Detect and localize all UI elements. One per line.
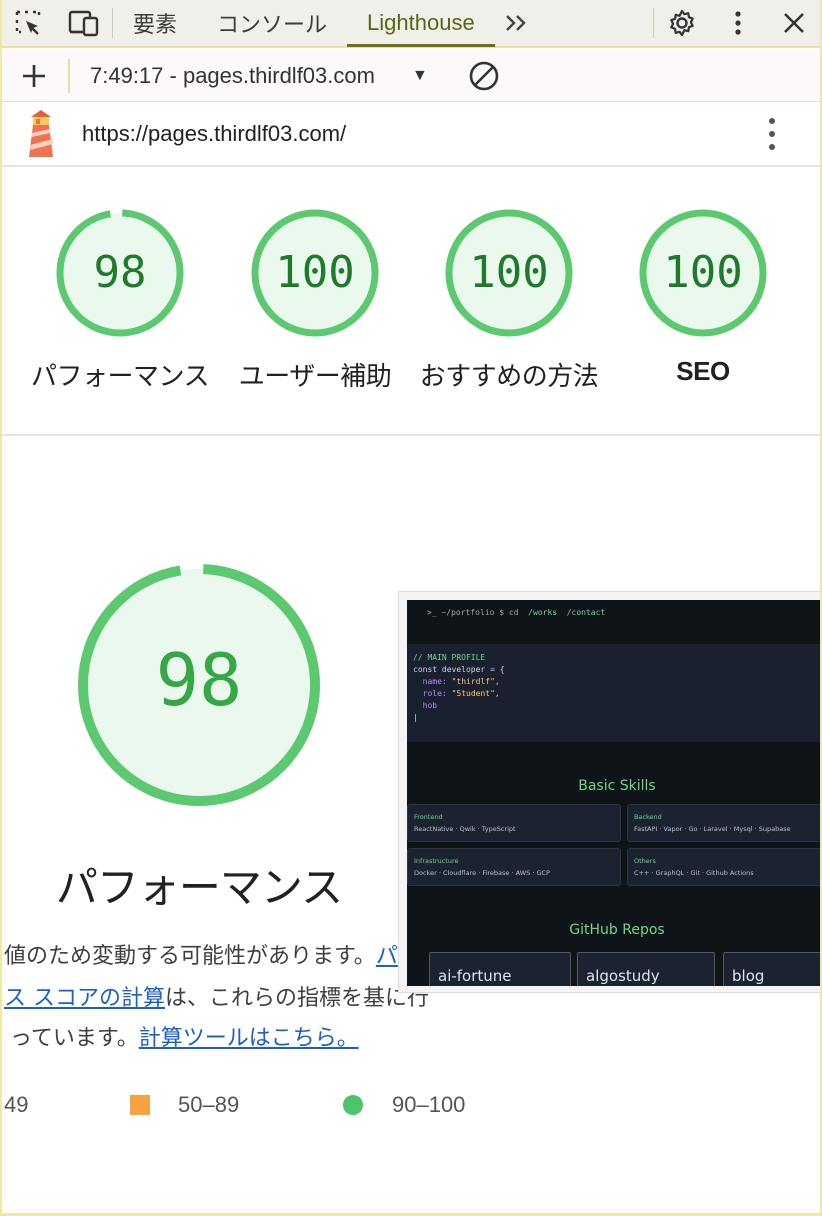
description-text: 値のため変動する可能性があります。 [4,944,376,969]
report-menu-icon[interactable] [722,117,822,151]
clear-reports-button[interactable] [442,50,526,102]
nav-link: /contact [566,608,606,617]
gauge-performance[interactable]: 98 パフォーマンス [22,208,218,393]
repo-card: blog [723,952,822,986]
description-text: は、これらの指標を基に行 [165,986,430,1011]
gauge-label: パフォーマンス [31,362,209,392]
tab-lighthouse[interactable]: Lighthouse [347,0,495,47]
skill-card-title: Backend [634,813,662,821]
code-comment: // MAIN PROFILE [413,653,486,662]
skill-card-items: FastAPI · Vapor · Go · Laravel · Mysql ·… [634,825,791,833]
report-selector-label: 7:49:17 - pages.thirdlf03.com [90,62,375,88]
score-gauges: 98 パフォーマンス 100 ユーザー補助 100 おすすめの方法 100 SE… [0,168,822,436]
gauge-label: ユーザー補助 [238,362,392,392]
repo-card: algostudy [577,952,715,986]
skill-card-items: ReactNative · Qwik · TypeScript [414,825,516,833]
description-text: っています。 [10,1026,139,1051]
pass-circle-icon [343,1095,363,1115]
performance-description-line: っています。計算ツールはこちら。 [10,1020,480,1052]
repo-card: ai-fortune [429,952,571,986]
more-tabs-icon[interactable] [495,0,539,46]
skill-card-title: Infrastructure [414,857,459,865]
code-block: // MAIN PROFILE const developer = { name… [407,644,822,742]
calculator-link[interactable]: 計算ツールはこちら。 [139,1026,359,1051]
code-key: role: [422,689,447,698]
skill-card-title: Frontend [414,813,443,821]
score-calculation-link[interactable]: ス スコアの計算 [4,986,165,1011]
code-value: "Student", [451,689,500,698]
code-key: name: [422,677,447,686]
plus-icon [23,64,45,87]
settings-gear-icon[interactable] [654,0,710,46]
lighthouse-logo-icon [0,109,82,159]
legend-pass-range: 90–100 [392,1092,466,1117]
final-screenshot[interactable]: >_ ~/portfolio $ cd /works /contact // M… [398,591,822,993]
screenshot-page: >_ ~/portfolio $ cd /works /contact // M… [407,600,822,986]
caret-down-icon: ▼ [412,66,428,84]
skill-card: Frontend ReactNative · Qwik · TypeScript [407,804,621,842]
tab-console[interactable]: コンソール [197,0,347,46]
repos-heading: GitHub Repos [569,922,665,938]
nav-link: /works [528,608,558,617]
gauge-best-practices[interactable]: 100 おすすめの方法 [411,208,607,393]
more-options-icon[interactable] [710,0,766,46]
cursor-icon: | [413,713,418,722]
block-icon [469,61,499,90]
inspect-element-icon[interactable] [0,0,56,46]
code-key: hob [422,701,438,710]
skill-card-title: Others [634,857,656,865]
report-url-bar: https://pages.thirdlf03.com/ [0,103,822,167]
new-report-button[interactable] [0,50,68,102]
skill-card: Others C++ · GraphQL · Git · Github Acti… [627,848,822,886]
nav-prompt: ~/portfolio $ cd [441,608,519,617]
gauge-score: 98 [93,247,147,298]
score-legend: 49 50–89 90–100 [0,1090,500,1120]
close-devtools-icon[interactable] [766,0,822,46]
skill-card-items: C++ · GraphQL · Git · Github Actions [634,869,754,877]
skill-card-items: Docker · Cloudflare · Firebase · AWS · G… [414,869,550,877]
skills-heading: Basic Skills [578,778,656,794]
performance-big-gauge: 98 [76,562,322,808]
gauge-label: SEO [676,356,730,386]
report-url: https://pages.thirdlf03.com/ [82,121,347,146]
skill-card: Infrastructure Docker · Cloudflare · Fir… [407,848,621,886]
skill-card: Backend FastAPI · Vapor · Go · Laravel ·… [627,804,822,842]
average-square-icon [130,1095,150,1115]
code-value: "thirdlf", [451,677,500,686]
performance-title: パフォーマンス [55,863,343,912]
gauge-label: おすすめの方法 [419,362,599,392]
legend-fail-range: 49 [4,1092,29,1117]
metrics-link[interactable]: パ [376,944,398,969]
lighthouse-toolbar: 7:49:17 - pages.thirdlf03.com ▼ [0,50,822,102]
tab-elements[interactable]: 要素 [113,0,197,46]
device-toolbar-icon[interactable] [56,0,112,46]
terminal-icon: >_ [427,608,437,617]
report-selector[interactable]: 7:49:17 - pages.thirdlf03.com ▼ [70,50,442,102]
code-line: const developer = { [413,665,505,674]
gauge-seo[interactable]: 100 SEO [605,208,801,387]
legend-average-range: 50–89 [178,1092,240,1117]
devtools-tabbar: 要素 コンソール Lighthouse [0,0,822,48]
gauge-score: 100 [469,247,549,298]
performance-score: 98 [155,638,243,722]
gauge-accessibility[interactable]: 100 ユーザー補助 [217,208,413,393]
gauge-score: 100 [663,247,743,298]
gauge-score: 100 [275,247,355,298]
screenshot-nav: >_ ~/portfolio $ cd /works /contact [407,600,822,624]
